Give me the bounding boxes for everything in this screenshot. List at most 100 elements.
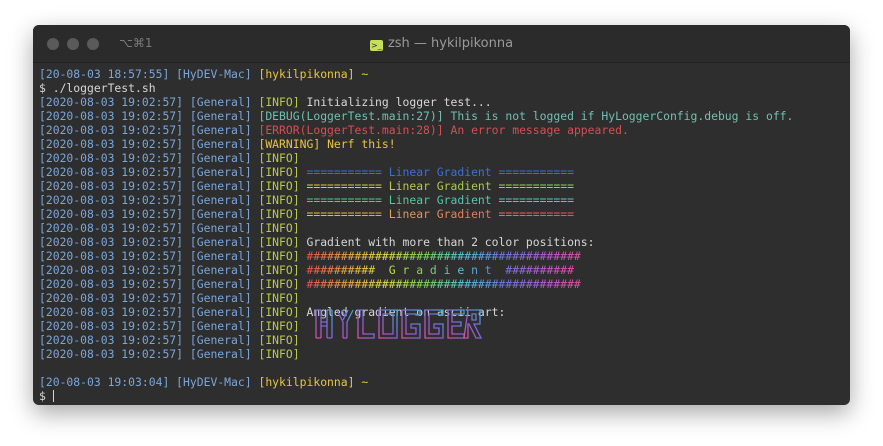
log-level: [WARNING]	[258, 137, 321, 151]
log-category: [General]	[189, 319, 252, 333]
log-line: [2020-08-03 19:02:57] [General] [INFO] #…	[39, 249, 844, 263]
input-line: $	[39, 389, 844, 403]
log-line: [2020-08-03 19:02:57] [General] [INFO] =…	[39, 165, 844, 179]
log-message: ########################################	[306, 277, 581, 291]
log-category: [General]	[189, 193, 252, 207]
prompt-host: [HyDEV-Mac]	[176, 67, 252, 81]
log-category: [General]	[189, 291, 252, 305]
log-timestamp: [2020-08-03 19:02:57]	[39, 95, 184, 109]
prompt-line: [20-08-03 18:57:55] [HyDEV-Mac] [hykilpi…	[39, 67, 844, 81]
log-timestamp: [2020-08-03 19:02:57]	[39, 291, 184, 305]
log-line: [2020-08-03 19:02:57] [General] [INFO]	[39, 151, 844, 165]
terminal-window: ⌥⌘1 >_ zsh — hykilpikonna [20-08-03 18:57…	[33, 25, 850, 405]
log-message: Initializing logger test...	[306, 95, 492, 109]
log-line: [2020-08-03 19:02:57] [General] [ERROR(L…	[39, 123, 844, 137]
log-line: [2020-08-03 19:02:57] [General] [WARNING…	[39, 137, 844, 151]
log-level: [INFO]	[258, 207, 300, 221]
log-line: [2020-08-03 19:02:57] [General] [INFO]	[39, 291, 844, 305]
log-category: [General]	[189, 109, 252, 123]
command-text: $ ./loggerTest.sh	[39, 81, 156, 95]
hylogger-ascii-art	[315, 309, 483, 339]
log-timestamp: [2020-08-03 19:02:57]	[39, 123, 184, 137]
log-level: [INFO]	[258, 249, 300, 263]
log-timestamp: [2020-08-03 19:02:57]	[39, 263, 184, 277]
log-line: [2020-08-03 19:02:57] [General] [INFO]	[39, 347, 844, 361]
log-category: [General]	[189, 277, 252, 291]
prompt-user: [hykilpikonna] ~	[258, 67, 369, 81]
log-category: [General]	[189, 305, 252, 319]
log-line: [2020-08-03 19:02:57] [General] [INFO] =…	[39, 179, 844, 193]
log-category: [General]	[189, 179, 252, 193]
log-category: [General]	[189, 263, 252, 277]
log-timestamp: [2020-08-03 19:02:57]	[39, 207, 184, 221]
log-message: This is not logged if HyLoggerConfig.deb…	[450, 109, 794, 123]
log-timestamp: [2020-08-03 19:02:57]	[39, 179, 184, 193]
log-level: [INFO]	[258, 333, 300, 347]
log-timestamp: [2020-08-03 19:02:57]	[39, 249, 184, 263]
log-message: An error message appeared.	[450, 123, 629, 137]
log-category: [General]	[189, 95, 252, 109]
log-category: [General]	[189, 123, 252, 137]
prompt-time: [20-08-03 19:03:04]	[39, 375, 170, 389]
log-timestamp: [2020-08-03 19:02:57]	[39, 347, 184, 361]
terminal-icon: >_	[369, 40, 383, 51]
log-message: =========== Linear Gradient ===========	[306, 193, 574, 207]
log-timestamp: [2020-08-03 19:02:57]	[39, 137, 184, 151]
log-level: [INFO]	[258, 235, 300, 249]
log-level: [INFO]	[258, 291, 300, 305]
log-line: [2020-08-03 19:02:57] [General] [INFO] =…	[39, 193, 844, 207]
terminal-output[interactable]: [20-08-03 18:57:55] [HyDEV-Mac] [hykilpi…	[39, 67, 844, 403]
log-timestamp: [2020-08-03 19:02:57]	[39, 165, 184, 179]
log-message: =========== Linear Gradient ===========	[306, 165, 574, 179]
input-prompt: $	[39, 389, 53, 403]
log-level: [INFO]	[258, 151, 300, 165]
window-title: zsh — hykilpikonna	[387, 36, 514, 51]
prompt-user: [hykilpikonna] ~	[258, 375, 369, 389]
log-level: [ERROR(LoggerTest.main:28)]	[258, 123, 444, 137]
log-level: [INFO]	[258, 319, 300, 333]
log-message: =========== Linear Gradient ===========	[306, 179, 574, 193]
log-line: [2020-08-03 19:02:57] [General] [INFO] G…	[39, 235, 844, 249]
log-category: [General]	[189, 165, 252, 179]
log-timestamp: [2020-08-03 19:02:57]	[39, 235, 184, 249]
log-message: Gradient with more than 2 color position…	[306, 235, 595, 249]
prompt-time: [20-08-03 18:57:55]	[39, 67, 170, 81]
log-line: [2020-08-03 19:02:57] [General] [INFO] =…	[39, 207, 844, 221]
log-level: [INFO]	[258, 95, 300, 109]
log-message: ########################################	[306, 249, 581, 263]
log-level: [DEBUG(LoggerTest.main:27)]	[258, 109, 444, 123]
log-category: [General]	[189, 207, 252, 221]
log-level: [INFO]	[258, 263, 300, 277]
log-message: Nerf this!	[327, 137, 396, 151]
log-category: [General]	[189, 221, 252, 235]
log-level: [INFO]	[258, 221, 300, 235]
log-timestamp: [2020-08-03 19:02:57]	[39, 151, 184, 165]
log-category: [General]	[189, 235, 252, 249]
log-level: [INFO]	[258, 277, 300, 291]
log-message: ########## G r a d i e n t ##########	[306, 263, 574, 277]
log-line: [2020-08-03 19:02:57] [General] [DEBUG(L…	[39, 109, 844, 123]
log-category: [General]	[189, 151, 252, 165]
log-line: [2020-08-03 19:02:57] [General] [INFO] #…	[39, 263, 844, 277]
log-level: [INFO]	[258, 179, 300, 193]
prompt-line: [20-08-03 19:03:04] [HyDEV-Mac] [hykilpi…	[39, 375, 844, 389]
log-timestamp: [2020-08-03 19:02:57]	[39, 109, 184, 123]
window-title-wrap: >_ zsh — hykilpikonna	[33, 36, 850, 51]
log-timestamp: [2020-08-03 19:02:57]	[39, 277, 184, 291]
log-level: [INFO]	[258, 165, 300, 179]
log-timestamp: [2020-08-03 19:02:57]	[39, 305, 184, 319]
log-message: =========== Linear Gradient ===========	[306, 207, 574, 221]
log-category: [General]	[189, 347, 252, 361]
log-line: [2020-08-03 19:02:57] [General] [INFO]	[39, 221, 844, 235]
log-line: [2020-08-03 19:02:57] [General] [INFO] #…	[39, 277, 844, 291]
command-line: $ ./loggerTest.sh	[39, 81, 844, 95]
log-level: [INFO]	[258, 305, 300, 319]
log-category: [General]	[189, 137, 252, 151]
log-category: [General]	[189, 249, 252, 263]
log-line: [2020-08-03 19:02:57] [General] [INFO] I…	[39, 95, 844, 109]
log-timestamp: [2020-08-03 19:02:57]	[39, 333, 184, 347]
log-category: [General]	[189, 333, 252, 347]
log-level: [INFO]	[258, 193, 300, 207]
log-timestamp: [2020-08-03 19:02:57]	[39, 319, 184, 333]
